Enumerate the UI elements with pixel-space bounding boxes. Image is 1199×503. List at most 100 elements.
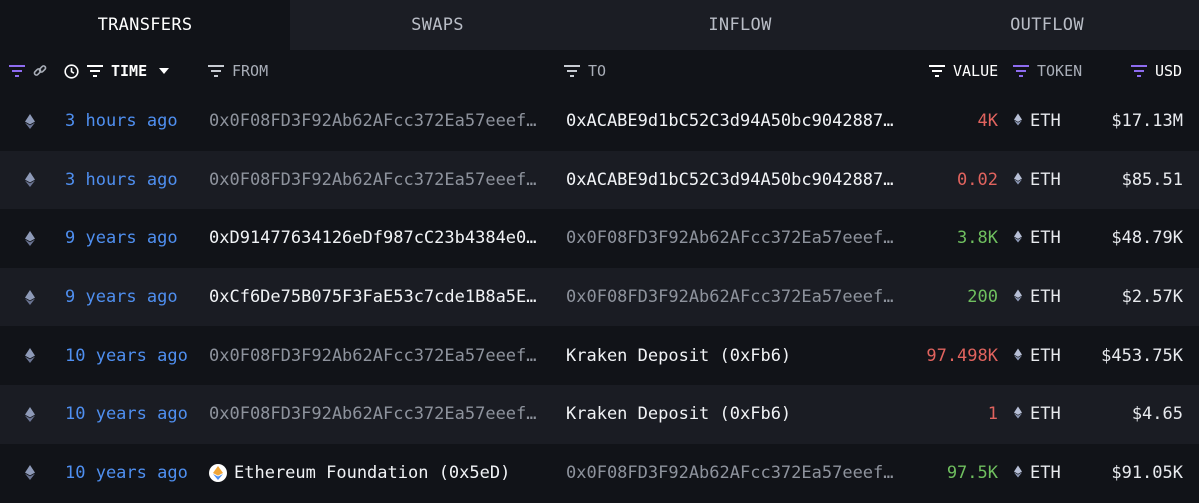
ethereum-icon [20,268,40,327]
value-amount: 1 [987,404,998,425]
ethereum-icon [1014,111,1022,131]
table-row[interactable]: 9 years ago 0xD91477634126eDf987cC23b4384… [0,209,1199,268]
table-row[interactable]: 3 hours ago 0x0F08FD3F92Ab62AFcc372Ea57ee… [0,92,1199,151]
token-symbol: ETH [1030,404,1061,425]
time-header[interactable]: TIME [64,50,170,92]
ethereum-icon [1014,404,1022,424]
from-address[interactable]: 0x0F08FD3F92Ab62AFcc372Ea57eeef… [209,326,554,385]
filter-icon[interactable] [87,65,103,77]
time-link[interactable]: 10 years ago [65,326,200,385]
from-address[interactable]: 0x0F08FD3F92Ab62AFcc372Ea57eeef… [209,151,554,210]
usd-header[interactable]: USD [1131,50,1182,92]
from-address-text: 0xD91477634126eDf987cC23b4384e0… [209,228,537,249]
token-cell[interactable]: ETH [1014,268,1084,327]
table-row[interactable]: 9 years ago 0xCf6De75B075F3FaE53c7cde1B8a… [0,267,1199,327]
ethereum-icon [20,92,40,151]
to-address[interactable]: 0xACABE9d1bC52C3d94A50bc9042887… [566,92,911,151]
from-header[interactable]: FROM [208,50,268,92]
ethereum-icon [20,151,40,210]
filter-icon[interactable] [929,65,945,77]
ethereum-icon [20,444,40,503]
transfers-table: 3 hours ago 0x0F08FD3F92Ab62AFcc372Ea57ee… [0,92,1199,502]
to-address-text: 0x0F08FD3F92Ab62AFcc372Ea57eeef… [566,287,894,308]
to-address-text: Kraken Deposit (0xFb6) [566,345,792,366]
time-link[interactable]: 9 years ago [65,209,200,268]
from-address-text: 0x0F08FD3F92Ab62AFcc372Ea57eeef… [209,345,537,366]
time-link[interactable]: 3 hours ago [65,92,200,151]
clock-icon [64,63,79,79]
ethereum-icon [1014,287,1022,307]
value-header[interactable]: VALUE [929,50,998,92]
usd-amount: $453.75K [1101,345,1183,366]
token-cell[interactable]: ETH [1014,385,1084,444]
value-amount: 200 [967,287,998,308]
ethereum-icon [1014,463,1022,483]
ethereum-icon [1014,170,1022,190]
filter-icon[interactable] [9,65,25,77]
token-cell[interactable]: ETH [1014,444,1084,503]
filter-icon[interactable] [208,65,224,77]
time-link[interactable]: 10 years ago [65,444,200,503]
to-header[interactable]: TO [564,50,606,92]
usd-header-label: USD [1155,62,1183,80]
token-symbol: ETH [1030,111,1061,132]
token-symbol: ETH [1030,169,1061,190]
value-amount: 4K [977,111,998,132]
token-symbol: ETH [1030,345,1061,366]
from-address[interactable]: 0x0F08FD3F92Ab62AFcc372Ea57eeef… [209,385,554,444]
filter-icon[interactable] [1131,65,1147,77]
token-symbol: ETH [1030,228,1061,249]
token-cell[interactable]: ETH [1014,92,1084,151]
to-address-text: 0xACABE9d1bC52C3d94A50bc9042887… [566,169,894,190]
usd-amount: $91.05K [1111,462,1183,483]
token-header[interactable]: TOKEN [1013,50,1082,92]
from-address-text: 0x0F08FD3F92Ab62AFcc372Ea57eeef… [209,404,537,425]
ethereum-icon [20,326,40,385]
value-amount: 0.02 [957,169,998,190]
time-link[interactable]: 3 hours ago [65,151,200,210]
table-row[interactable]: 10 years ago Ethereum Foundation (0x5eD) 0… [0,444,1199,503]
to-address-text: 0xACABE9d1bC52C3d94A50bc9042887… [566,111,894,132]
to-address-text: 0x0F08FD3F92Ab62AFcc372Ea57eeef… [566,462,894,483]
table-row[interactable]: 3 hours ago 0x0F08FD3F92Ab62AFcc372Ea57ee… [0,150,1199,210]
from-address[interactable]: 0xCf6De75B075F3FaE53c7cde1B8a5E… [209,268,554,327]
from-address-text: 0xCf6De75B075F3FaE53c7cde1B8a5E… [209,287,537,308]
from-address[interactable]: 0x0F08FD3F92Ab62AFcc372Ea57eeef… [209,92,554,151]
token-cell[interactable]: ETH [1014,151,1084,210]
to-address[interactable]: 0xACABE9d1bC52C3d94A50bc9042887… [566,151,911,210]
token-symbol: ETH [1030,287,1061,308]
to-address[interactable]: 0x0F08FD3F92Ab62AFcc372Ea57eeef… [566,444,911,503]
to-address[interactable]: 0x0F08FD3F92Ab62AFcc372Ea57eeef… [566,209,911,268]
tab-inflow[interactable]: INFLOW [585,0,895,50]
ethereum-icon [1014,346,1022,366]
from-address[interactable]: 0xD91477634126eDf987cC23b4384e0… [209,209,554,268]
tab-outflow[interactable]: OUTFLOW [895,0,1199,50]
tab-transfers[interactable]: TRANSFERS [0,0,290,50]
token-cell[interactable]: ETH [1014,326,1084,385]
token-cell[interactable]: ETH [1014,209,1084,268]
value-amount: 97.5K [946,462,998,483]
table-row[interactable]: 10 years ago 0x0F08FD3F92Ab62AFcc372Ea57e… [0,384,1199,444]
filter-icon[interactable] [1013,65,1029,77]
to-address[interactable]: 0x0F08FD3F92Ab62AFcc372Ea57eeef… [566,268,911,327]
table-row[interactable]: 10 years ago 0x0F08FD3F92Ab62AFcc372Ea57e… [0,326,1199,385]
chain-header [9,50,47,92]
link-icon[interactable] [33,64,47,78]
time-link[interactable]: 9 years ago [65,268,200,327]
token-symbol: ETH [1030,462,1061,483]
value-amount: 3.8K [957,228,998,249]
to-header-label: TO [588,62,607,80]
from-address[interactable]: Ethereum Foundation (0x5eD) [209,444,554,503]
filter-icon[interactable] [564,65,580,77]
usd-amount: $2.57K [1121,287,1183,308]
ethereum-icon [20,209,40,268]
to-address[interactable]: Kraken Deposit (0xFb6) [566,385,911,444]
tab-swaps[interactable]: SWAPS [290,0,585,50]
value-amount: 97.498K [926,345,998,366]
to-address-text: Kraken Deposit (0xFb6) [566,404,792,425]
caret-down-icon[interactable] [159,68,170,74]
time-link[interactable]: 10 years ago [65,385,200,444]
token-header-label: TOKEN [1037,62,1083,80]
time-header-label: TIME [111,62,148,80]
to-address[interactable]: Kraken Deposit (0xFb6) [566,326,911,385]
